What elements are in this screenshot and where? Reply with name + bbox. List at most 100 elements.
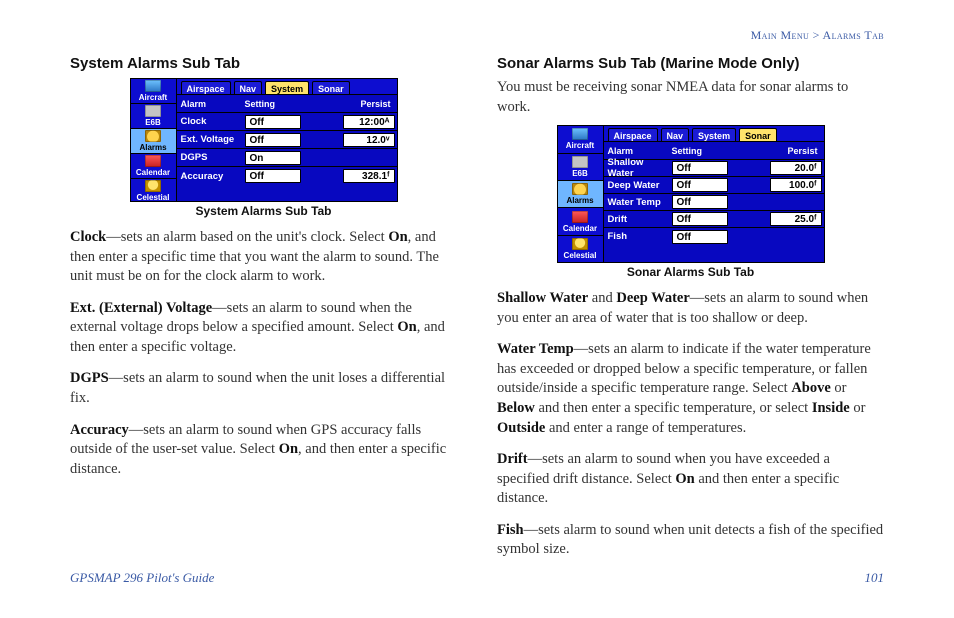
sidebar-item-celestial[interactable]: Celestial	[558, 236, 603, 262]
alarm-name: Water Temp	[604, 197, 672, 208]
sonar-alarms-screenshot: Aircraft E6B Alarms Calendar Celestial A…	[557, 125, 825, 263]
tab-airspace[interactable]: Airspace	[181, 81, 231, 94]
table-header: Alarm Setting Persist	[177, 95, 397, 113]
term: Shallow Water	[497, 290, 588, 306]
value-field[interactable]: 328.1ᶠ	[343, 169, 395, 183]
term: Accuracy	[70, 422, 129, 438]
tab-bar: Airspace Nav System Sonar	[177, 79, 397, 95]
tab-nav[interactable]: Nav	[234, 81, 263, 94]
tab-system[interactable]: System	[692, 128, 736, 141]
system-alarms-screenshot: Aircraft E6B Alarms Calendar Celestial A…	[130, 78, 398, 202]
table-row: DGPS On	[177, 149, 397, 167]
right-column: Sonar Alarms Sub Tab (Marine Mode Only) …	[497, 55, 884, 572]
col-alarm: Alarm	[177, 99, 245, 109]
sidebar-item-label: Alarms	[139, 143, 166, 152]
desc-water-temp: Water Temp—sets an alarm to indicate if …	[497, 340, 884, 438]
setting-field[interactable]: Off	[245, 133, 301, 147]
col-setting: Setting	[672, 146, 728, 156]
celestial-icon	[145, 180, 161, 192]
setting-field[interactable]: Off	[672, 195, 728, 209]
bold: Outside	[497, 420, 545, 436]
sidebar-item-e6b[interactable]: E6B	[558, 154, 603, 181]
tab-nav[interactable]: Nav	[661, 128, 690, 141]
term: Drift	[497, 451, 528, 467]
bold: On	[279, 441, 298, 457]
joiner: and	[588, 290, 616, 306]
sidebar-item-calendar[interactable]: Calendar	[558, 208, 603, 235]
table-row: Accuracy Off 328.1ᶠ	[177, 167, 397, 185]
e6b-icon	[572, 156, 588, 168]
breadcrumb: Main Menu > Alarms Tab	[751, 28, 884, 43]
tab-airspace[interactable]: Airspace	[608, 128, 658, 141]
tab-system[interactable]: System	[265, 81, 309, 94]
setting-field[interactable]: Off	[672, 161, 728, 175]
mid: or	[850, 400, 866, 416]
sidebar-item-label: E6B	[145, 118, 161, 127]
term: Water Temp	[497, 341, 574, 357]
mid: and then enter a specific temperature, o…	[535, 400, 812, 416]
alarm-icon	[145, 130, 161, 142]
sidebar-item-celestial[interactable]: Celestial	[131, 179, 176, 203]
bold: On	[397, 319, 416, 335]
table-row: Deep Water Off 100.0ᶠ	[604, 177, 824, 194]
setting-field[interactable]: Off	[672, 212, 728, 226]
value-field[interactable]: 20.0ᶠ	[770, 161, 822, 175]
e6b-icon	[145, 105, 161, 117]
calendar-icon	[572, 211, 588, 223]
col-alarm: Alarm	[604, 146, 672, 156]
tail: and enter a range of temperatures.	[545, 420, 746, 436]
table-row: Drift Off 25.0ᶠ	[604, 211, 824, 228]
sidebar-item-alarms[interactable]: Alarms	[131, 129, 176, 154]
breadcrumb-sep: >	[813, 28, 820, 42]
body: —sets an alarm based on the unit's clock…	[106, 229, 388, 245]
desc-accuracy: Accuracy—sets an alarm to sound when GPS…	[70, 421, 457, 480]
alarm-name: Clock	[177, 116, 245, 127]
desc-clock: Clock—sets an alarm based on the unit's …	[70, 228, 457, 287]
sidebar-item-label: Calendar	[563, 224, 597, 233]
sonar-alarms-caption: Sonar Alarms Sub Tab	[497, 265, 884, 279]
alarm-name: Drift	[604, 214, 672, 225]
term: Deep Water	[616, 290, 689, 306]
bold: Inside	[812, 400, 850, 416]
sidebar-item-calendar[interactable]: Calendar	[131, 154, 176, 179]
value-field[interactable]: 12.0ᵛ	[343, 133, 395, 147]
body: —sets alarm to sound when unit detects a…	[497, 522, 883, 558]
setting-field[interactable]: Off	[245, 169, 301, 183]
left-column: System Alarms Sub Tab Aircraft E6B Alarm…	[70, 55, 457, 572]
sidebar-item-label: Alarms	[566, 196, 593, 205]
globe-icon	[572, 128, 588, 140]
setting-field[interactable]: Off	[672, 178, 728, 192]
sonar-alarms-heading: Sonar Alarms Sub Tab (Marine Mode Only)	[497, 55, 884, 72]
value-field[interactable]: 25.0ᶠ	[770, 212, 822, 226]
term: Ext. (External) Voltage	[70, 300, 212, 316]
tab-sonar[interactable]: Sonar	[312, 81, 350, 94]
sidebar-item-label: Celestial	[137, 193, 170, 202]
bold: Above	[791, 380, 830, 396]
desc-fish: Fish—sets alarm to sound when unit detec…	[497, 521, 884, 560]
setting-field[interactable]: On	[245, 151, 301, 165]
tab-sonar[interactable]: Sonar	[739, 128, 777, 141]
table-row: Water Temp Off	[604, 194, 824, 211]
sidebar-item-label: Aircraft	[566, 141, 594, 150]
term: Clock	[70, 229, 106, 245]
setting-field[interactable]: Off	[672, 230, 728, 244]
device-sidebar: Aircraft E6B Alarms Calendar Celestial	[131, 79, 177, 201]
system-alarms-heading: System Alarms Sub Tab	[70, 55, 457, 72]
breadcrumb-right: Alarms Tab	[823, 28, 884, 42]
sidebar-item-alarms[interactable]: Alarms	[558, 181, 603, 208]
alarm-name: Shallow Water	[604, 157, 672, 179]
setting-field[interactable]: Off	[245, 115, 301, 129]
value-field[interactable]: 12:00ᴬ	[343, 115, 395, 129]
sidebar-item-aircraft[interactable]: Aircraft	[558, 126, 603, 153]
system-alarms-caption: System Alarms Sub Tab	[70, 204, 457, 218]
footer-guide: GPSMAP 296 Pilot's Guide	[70, 570, 214, 586]
sidebar-item-label: Aircraft	[139, 93, 167, 102]
sidebar-item-aircraft[interactable]: Aircraft	[131, 79, 176, 104]
sidebar-item-label: Celestial	[564, 251, 597, 260]
calendar-icon	[145, 155, 161, 167]
value-field[interactable]: 100.0ᶠ	[770, 178, 822, 192]
bold: Below	[497, 400, 535, 416]
device-sidebar: Aircraft E6B Alarms Calendar Celestial	[558, 126, 604, 262]
sidebar-item-e6b[interactable]: E6B	[131, 104, 176, 129]
desc-dgps: DGPS—sets an alarm to sound when the uni…	[70, 369, 457, 408]
